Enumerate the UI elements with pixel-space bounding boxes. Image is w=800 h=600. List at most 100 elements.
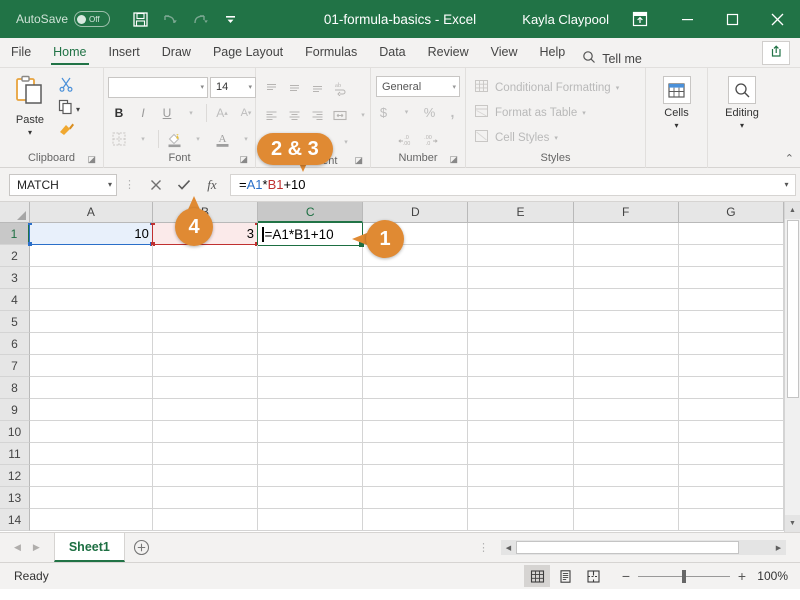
collapse-ribbon-icon[interactable]: ⌃ — [785, 152, 794, 165]
cell-A5[interactable] — [30, 311, 153, 333]
horizontal-scrollbar[interactable]: ◀ ▶ — [501, 540, 786, 555]
cell-G11[interactable] — [678, 443, 784, 465]
page-layout-view-icon[interactable] — [552, 565, 578, 587]
tab-formulas[interactable]: Formulas — [294, 37, 368, 67]
currency-dropdown-caret[interactable]: ▾ — [396, 101, 418, 123]
column-header-e[interactable]: E — [468, 202, 574, 223]
borders-dropdown-caret[interactable]: ▾ — [132, 128, 154, 150]
cell-E7[interactable] — [468, 355, 574, 377]
orientation-dropdown-caret[interactable]: ▾ — [335, 131, 357, 153]
formula-input[interactable]: = A1 * B1 +10 — [230, 173, 778, 196]
row-header-8[interactable]: 8 — [0, 377, 30, 399]
cell-A13[interactable] — [30, 487, 153, 509]
cell-F14[interactable] — [573, 509, 679, 531]
font-color-icon[interactable]: A — [211, 128, 233, 150]
zoom-level-label[interactable]: 100% — [754, 569, 788, 583]
comma-style-icon[interactable]: , — [442, 101, 464, 123]
row-header-5[interactable]: 5 — [0, 311, 30, 333]
underline-dropdown-caret[interactable]: ▾ — [180, 102, 202, 124]
row-header-3[interactable]: 3 — [0, 267, 30, 289]
cell-A2[interactable] — [30, 245, 153, 267]
font-name-input[interactable]: ▾ — [108, 76, 208, 98]
cell-F4[interactable] — [573, 289, 679, 311]
cell-G12[interactable] — [678, 465, 784, 487]
cell-C5[interactable] — [258, 311, 364, 333]
next-sheet-icon[interactable]: ▶ — [33, 542, 40, 553]
ribbon-display-options-icon[interactable] — [623, 0, 657, 38]
cell-A1[interactable]: 10 — [28, 223, 154, 246]
fill-color-icon[interactable] — [163, 128, 185, 150]
column-header-c[interactable]: C — [258, 202, 364, 223]
cell-E4[interactable] — [468, 289, 574, 311]
cell-C12[interactable] — [258, 465, 364, 487]
cell-A12[interactable] — [30, 465, 153, 487]
previous-sheet-icon[interactable]: ◀ — [14, 542, 21, 553]
cell-D14[interactable] — [363, 509, 469, 531]
vertical-scroll-thumb[interactable] — [786, 220, 799, 398]
tab-data[interactable]: Data — [368, 37, 416, 67]
cell-C4[interactable] — [258, 289, 364, 311]
page-break-preview-icon[interactable] — [580, 565, 606, 587]
decrease-decimal-icon[interactable]: .00.0 — [419, 128, 441, 150]
font-color-dropdown-caret[interactable]: ▾ — [235, 128, 257, 150]
user-account-name[interactable]: Kayla Claypool — [522, 12, 609, 27]
tab-home[interactable]: Home — [42, 37, 97, 67]
cell-G1[interactable] — [678, 223, 784, 245]
cell-E6[interactable] — [468, 333, 574, 355]
cell-F9[interactable] — [573, 399, 679, 421]
cell-D13[interactable] — [363, 487, 469, 509]
scroll-up-icon[interactable]: ▲ — [784, 202, 800, 219]
cell-G9[interactable] — [678, 399, 784, 421]
cell-D3[interactable] — [363, 267, 469, 289]
clipboard-dialog-launcher[interactable]: ◪ — [87, 152, 96, 167]
zoom-in-button[interactable]: + — [737, 568, 747, 584]
cell-B8[interactable] — [152, 377, 259, 399]
editing-button[interactable]: Editing ▾ — [716, 72, 768, 130]
enter-checkmark-icon[interactable] — [170, 173, 198, 197]
fill-color-dropdown-caret[interactable]: ▾ — [187, 128, 209, 150]
borders-icon[interactable] — [108, 128, 130, 150]
zoom-slider[interactable] — [638, 569, 730, 583]
cell-B9[interactable] — [152, 399, 259, 421]
cell-C1-edit-box[interactable]: =A1*B1+10 — [257, 223, 364, 246]
normal-view-icon[interactable] — [524, 565, 550, 587]
cell-F11[interactable] — [573, 443, 679, 465]
cell-F6[interactable] — [573, 333, 679, 355]
cell-E1[interactable] — [468, 223, 574, 245]
cell-D9[interactable] — [363, 399, 469, 421]
align-top-icon[interactable] — [260, 77, 282, 99]
cell-B14[interactable] — [152, 509, 259, 531]
chevron-down-icon[interactable]: ▾ — [108, 180, 112, 189]
number-format-dropdown[interactable]: General ▾ — [376, 76, 460, 97]
cell-G5[interactable] — [678, 311, 784, 333]
copy-dropdown-caret[interactable]: ▾ — [76, 105, 80, 114]
cell-C11[interactable] — [258, 443, 364, 465]
cell-E11[interactable] — [468, 443, 574, 465]
insert-function-button[interactable]: fx — [198, 173, 226, 197]
copy-button[interactable]: ▾ — [56, 98, 82, 120]
cell-G2[interactable] — [678, 245, 784, 267]
cell-F1[interactable] — [573, 223, 679, 245]
cell-E13[interactable] — [468, 487, 574, 509]
cell-G6[interactable] — [678, 333, 784, 355]
cell-C1[interactable]: =A1*B1+10 — [257, 223, 365, 247]
cell-A9[interactable] — [30, 399, 153, 421]
font-name-caret[interactable]: ▾ — [200, 83, 204, 91]
paste-dropdown-caret[interactable]: ▾ — [28, 129, 32, 137]
underline-button[interactable]: U — [156, 102, 178, 124]
column-header-g[interactable]: G — [678, 202, 784, 223]
row-header-6[interactable]: 6 — [0, 333, 30, 355]
format-as-table-button[interactable]: Format as Table ▾ — [470, 102, 586, 124]
cell-B2[interactable] — [152, 245, 259, 267]
tab-draw[interactable]: Draw — [151, 37, 202, 67]
cell-A14[interactable] — [30, 509, 153, 531]
cell-F5[interactable] — [573, 311, 679, 333]
cell-C3[interactable] — [258, 267, 364, 289]
vertical-scrollbar[interactable]: ▲ ▼ — [784, 202, 800, 532]
shrink-font-button[interactable]: A ▾ — [235, 102, 257, 124]
cell-G8[interactable] — [678, 377, 784, 399]
merge-center-icon[interactable] — [329, 104, 351, 126]
cell-E8[interactable] — [468, 377, 574, 399]
scroll-left-icon[interactable]: ◀ — [501, 540, 516, 555]
cell-G3[interactable] — [678, 267, 784, 289]
